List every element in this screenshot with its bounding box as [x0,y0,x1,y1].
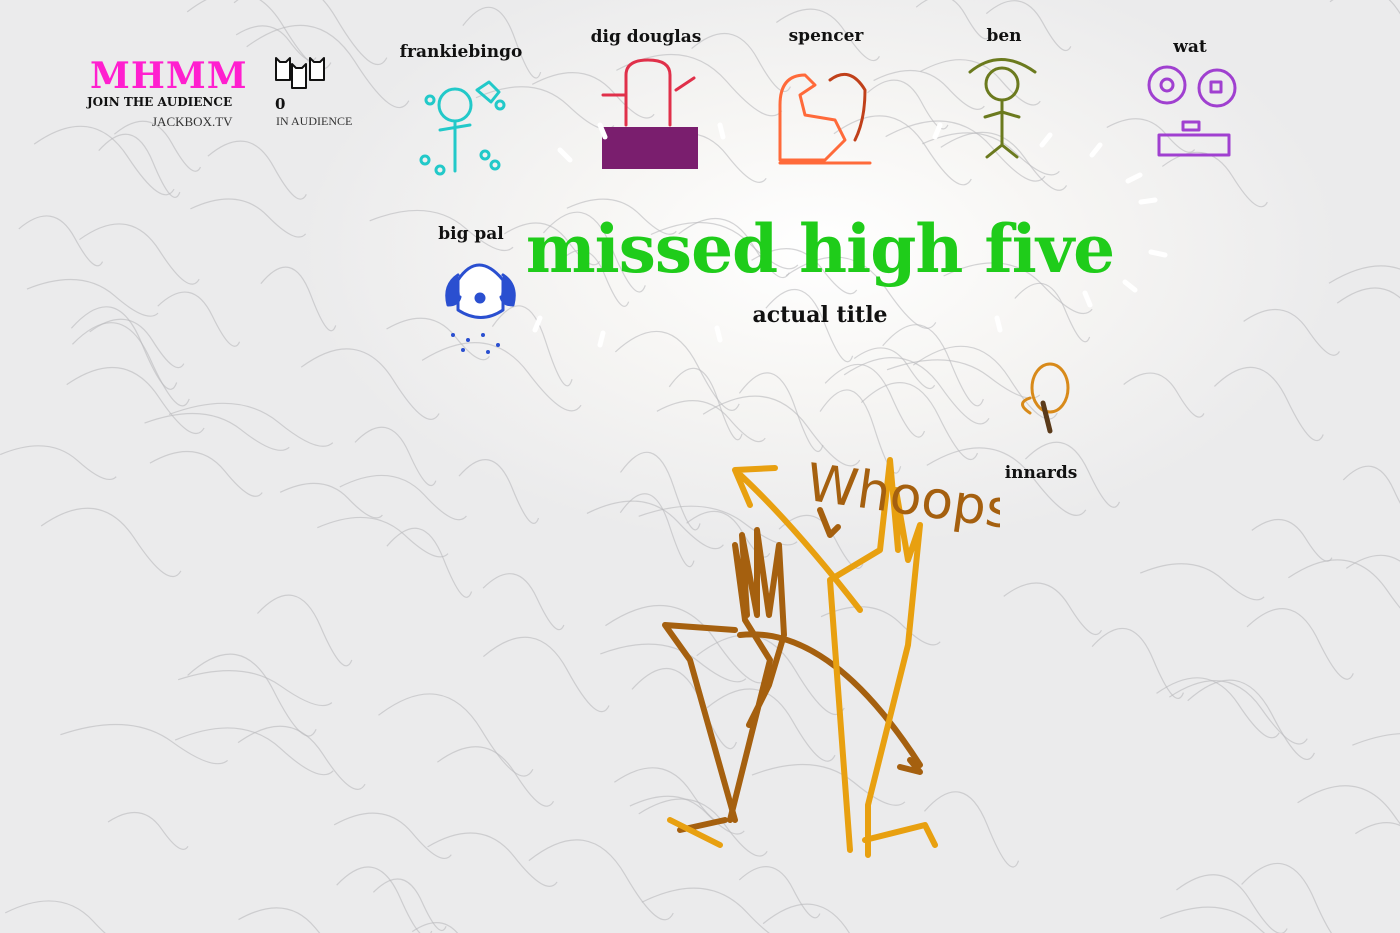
player-drawing: Whoops [662,453,1000,858]
actual-title-label: actual title [752,302,888,328]
drawing-title: missed high five [525,210,1115,288]
